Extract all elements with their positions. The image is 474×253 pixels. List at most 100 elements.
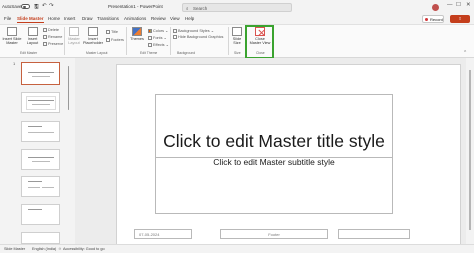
tab-animations[interactable]: Animations — [124, 16, 146, 21]
minimize-button[interactable]: — — [447, 2, 453, 8]
master-layout-button[interactable]: Master Layout — [66, 27, 82, 45]
group-edit-master: Edit Master — [20, 51, 38, 55]
tab-file[interactable]: File — [4, 16, 11, 21]
checkbox-icon — [106, 30, 110, 34]
background-styles-label: Background Styles — [178, 29, 210, 33]
tab-transitions[interactable]: Transitions — [97, 16, 119, 21]
status-bar: Slide Master English (India) ☺ Accessibi… — [0, 244, 474, 253]
preserve-label: Preserve — [48, 42, 64, 46]
rename-icon — [43, 35, 47, 39]
divider — [64, 27, 65, 55]
tab-insert[interactable]: Insert — [64, 16, 75, 21]
themes-icon — [132, 27, 142, 36]
checkbox-icon — [106, 38, 110, 42]
autosave-toggle[interactable] — [21, 4, 30, 9]
accessibility-status[interactable]: Accessibility: Good to go — [63, 247, 105, 251]
share-button[interactable]: ⇧ — [450, 15, 470, 23]
hide-background-graphics-checkbox[interactable]: Hide Background Graphics — [173, 35, 223, 39]
colors-dropdown[interactable]: Colors ⌄ — [148, 28, 168, 33]
footers-checkbox[interactable]: Footers — [106, 38, 124, 42]
slide-size-label: Slide Size — [232, 37, 242, 45]
tab-review[interactable]: Review — [151, 16, 166, 21]
group-master-layout: Master Layout — [86, 51, 108, 55]
master-title-text[interactable]: Click to edit Master title style — [156, 131, 392, 152]
themes-label: Themes — [130, 37, 144, 41]
footers-checkbox-label: Footers — [111, 38, 124, 42]
slide-master-icon — [7, 27, 17, 36]
slide-size-icon — [232, 27, 242, 36]
slide-number-placeholder[interactable] — [338, 229, 410, 239]
insert-layout-label: Insert Layout — [26, 37, 39, 45]
record-button[interactable]: Record — [422, 15, 444, 23]
thumbnail-layout[interactable] — [21, 92, 60, 113]
tab-view[interactable]: View — [170, 16, 180, 21]
effects-dropdown[interactable]: Effects ⌄ — [148, 42, 169, 47]
footer-text-placeholder[interactable]: Footer — [220, 229, 328, 239]
avatar[interactable] — [432, 4, 439, 11]
tab-home[interactable]: Home — [48, 16, 60, 21]
fonts-dropdown[interactable]: Fonts ⌄ — [148, 35, 167, 40]
insert-slide-master-button[interactable]: Insert Slide Master — [2, 27, 22, 45]
divider — [228, 27, 229, 55]
master-layout-label: Master Layout — [68, 37, 80, 45]
group-edit-theme: Edit Theme — [140, 51, 158, 55]
undo-icon[interactable]: ↶ — [42, 3, 47, 9]
autosave-label: AutoSave — [2, 4, 22, 9]
rename-label: Rename — [48, 35, 63, 39]
title-checkbox[interactable]: Title — [106, 30, 118, 34]
redo-icon[interactable]: ↷ — [49, 3, 54, 9]
themes-button[interactable]: Themes — [129, 27, 145, 41]
ribbon-tabs: File Slide Master Home Insert Draw Trans… — [0, 14, 474, 24]
footer-date-placeholder[interactable]: 07-05-2024 — [134, 229, 192, 239]
thumbnail-layout[interactable] — [21, 204, 60, 225]
background-styles-dropdown[interactable]: Background Styles ⌄ — [173, 28, 214, 33]
accessibility-icon: ☺ — [58, 247, 62, 251]
insert-slide-master-label: Insert Slide Master — [2, 37, 22, 45]
group-background: Background — [177, 51, 196, 55]
colors-icon — [148, 29, 152, 33]
collapse-ribbon-icon[interactable]: ⌃ — [463, 50, 467, 56]
insert-placeholder-button[interactable]: Insert Placeholder — [83, 27, 103, 45]
divider — [126, 27, 127, 55]
tab-draw[interactable]: Draw — [82, 16, 93, 21]
slide-size-button[interactable]: Slide Size — [230, 27, 244, 45]
thumbnail-layout[interactable] — [21, 121, 60, 142]
thumbnail-number: 1 — [13, 61, 16, 66]
preserve-icon — [43, 42, 47, 46]
insert-placeholder-label: Insert Placeholder — [83, 37, 104, 45]
search-input[interactable]: Search — [193, 6, 207, 11]
highlight-box — [245, 25, 274, 59]
effects-icon — [148, 43, 152, 47]
layout-icon — [27, 27, 38, 36]
divider — [170, 27, 171, 55]
preserve-button[interactable]: Preserve — [43, 42, 63, 46]
thumbnail-scrollbar[interactable] — [66, 60, 70, 242]
thumbnail-layout[interactable] — [21, 176, 60, 197]
maximize-button[interactable]: ☐ — [456, 2, 461, 8]
search-box[interactable]: ⌕ Search — [182, 3, 292, 12]
thumbnail-layout[interactable] — [21, 232, 60, 244]
delete-icon — [43, 28, 47, 32]
tab-help[interactable]: Help — [185, 16, 194, 21]
effects-label: Effects — [153, 43, 165, 47]
master-subtitle-text[interactable]: Click to edit Master subtitle style — [156, 157, 392, 167]
view-indicator: Slide Master — [4, 247, 26, 251]
vertical-scrollbar[interactable] — [466, 58, 474, 244]
delete-label: Delete — [48, 28, 59, 32]
rename-button[interactable]: Rename — [43, 35, 62, 39]
checkbox-icon — [173, 35, 177, 39]
group-size: Size — [234, 51, 241, 55]
delete-button[interactable]: Delete — [43, 28, 59, 32]
thumbnail-slide-master[interactable] — [21, 62, 60, 85]
tab-slide-master[interactable]: Slide Master — [17, 16, 44, 23]
title-bar: AutoSave 🖫 ↶ ↷ Presentation1 - PowerPoin… — [0, 0, 474, 14]
language-indicator[interactable]: English (India) — [32, 247, 56, 251]
insert-layout-button[interactable]: Insert Layout — [24, 27, 41, 45]
fonts-icon — [148, 36, 152, 40]
save-icon[interactable]: 🖫 — [34, 3, 39, 12]
background-styles-icon — [173, 29, 177, 33]
hide-background-graphics-label: Hide Background Graphics — [178, 35, 224, 39]
close-window-button[interactable]: ✕ — [466, 2, 471, 8]
master-layout-icon — [69, 27, 79, 36]
thumbnail-layout[interactable] — [21, 149, 60, 170]
